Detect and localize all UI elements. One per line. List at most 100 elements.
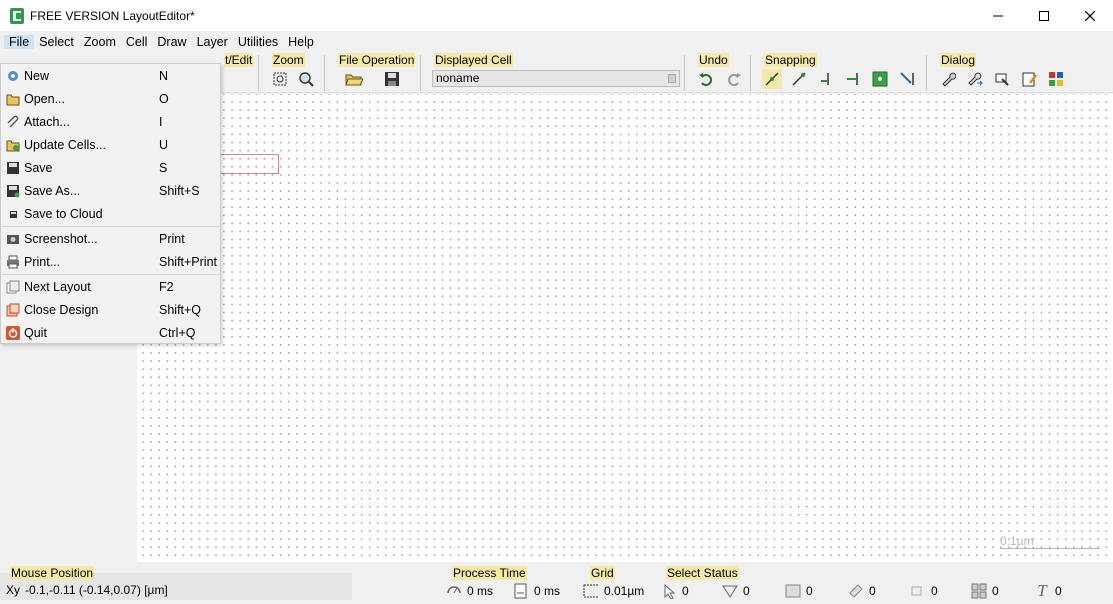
menu-item-shortcut: Print [159, 231, 185, 246]
menu-item-label: Save [24, 160, 53, 175]
xy-symbol: Xy [6, 583, 21, 597]
select-count-value: 0 [682, 584, 689, 598]
update-folder-icon [6, 138, 20, 152]
select-count-value: 0 [1055, 584, 1062, 598]
settings-transfer-icon[interactable] [965, 69, 985, 89]
undo-label: Undo [698, 53, 729, 67]
menu-item-print[interactable]: Print... Shift+Print [1, 250, 220, 273]
menu-item-save-as[interactable]: Save As... Shift+S [1, 179, 220, 202]
auto-process-icon[interactable] [446, 583, 462, 599]
minimize-button[interactable] [975, 0, 1021, 31]
menu-item-update-cells[interactable]: Update Cells... U [1, 133, 220, 156]
menu-item-label: Save to Cloud [24, 206, 103, 221]
grid-value: 0.01µm [604, 584, 645, 598]
select-pointer-icon [661, 583, 677, 599]
select-count-text: T 0 [1034, 581, 1062, 600]
zoom-group: Zoom [262, 53, 322, 93]
menu-item-close-design[interactable]: Close Design Shift+Q [1, 298, 220, 321]
menu-item-attach[interactable]: Attach... I [1, 110, 220, 133]
save-disk-icon [6, 161, 20, 175]
snap-free-icon[interactable] [762, 69, 782, 89]
maximize-button[interactable] [1021, 0, 1067, 31]
menu-item-shortcut: I [159, 114, 163, 129]
process-time-value-2: 0 ms [534, 584, 561, 598]
dialog-group: Dialog [930, 53, 1080, 93]
menu-item-label: Print... [24, 254, 61, 269]
snap-vertical-icon[interactable] [816, 69, 836, 89]
mouse-position-readout: Xy -0.1,-0.11 (-0.14,0.07) [µm] [6, 583, 168, 597]
next-layout-icon [6, 280, 20, 294]
status-bar: Mouse Position Xy -0.1,-0.11 (-0.14,0.07… [0, 562, 1113, 604]
auto-grid-icon[interactable] [583, 583, 599, 599]
menu-item-shortcut: Ctrl+Q [159, 325, 196, 340]
scale-bar-label: 0.1µm [1000, 534, 1100, 549]
cell-outline-shape[interactable] [219, 154, 279, 174]
menu-item-shortcut: S [159, 160, 168, 175]
menu-item-label: New [24, 68, 50, 83]
toolbar-separator [420, 55, 421, 91]
snap-horizontal-icon[interactable] [843, 69, 863, 89]
toolbar-separator [324, 55, 325, 91]
toolbar-separator [258, 55, 259, 91]
menu-item-next-layout[interactable]: Next Layout F2 [1, 275, 220, 298]
select-count-arrays: 0 [971, 583, 999, 599]
snap-diagonal-icon[interactable] [789, 69, 809, 89]
menu-item-open[interactable]: Open... O [1, 87, 220, 110]
window-title: FREE VERSION LayoutEditor* [30, 8, 195, 23]
menu-help[interactable]: Help [283, 35, 319, 49]
snap-grid-icon[interactable] [870, 69, 890, 89]
title-bar: FREE VERSION LayoutEditor* [0, 0, 1113, 31]
menu-item-screenshot[interactable]: Screenshot... Print [1, 227, 220, 250]
menu-item-quit[interactable]: Quit Ctrl+Q [1, 321, 220, 344]
menu-item-label: Save As... [24, 183, 81, 198]
select-count-value: 0 [931, 584, 938, 598]
menu-item-shortcut: N [159, 68, 169, 83]
notes-edit-icon[interactable] [1019, 69, 1039, 89]
menu-item-label: Quit [24, 325, 47, 340]
dropdown-arrow-icon[interactable] [668, 74, 676, 83]
file-operation-group: File Operation [328, 53, 418, 93]
menu-zoom[interactable]: Zoom [79, 35, 121, 49]
close-button[interactable] [1067, 0, 1113, 31]
maximize-icon [1039, 10, 1049, 21]
layer-properties-icon[interactable] [992, 69, 1012, 89]
redo-icon[interactable] [724, 69, 744, 89]
menu-item-shortcut: F2 [159, 279, 174, 294]
document-time-icon [513, 583, 529, 599]
menu-item-new[interactable]: New N [1, 64, 220, 87]
undo-icon[interactable] [696, 69, 716, 89]
menu-utilities[interactable]: Utilities [233, 35, 283, 49]
menu-bar: File Select Zoom Cell Draw Layer Utiliti… [0, 31, 1113, 53]
layout-canvas[interactable] [137, 94, 1113, 562]
menu-item-label: Next Layout [24, 279, 91, 294]
dialog-label: Dialog [940, 53, 977, 67]
colored-layers-icon[interactable] [1046, 69, 1066, 89]
process-time-readout-2: 0 ms [513, 583, 560, 599]
settings-wrench-icon[interactable] [938, 69, 958, 89]
zoom-magnifier-icon[interactable] [296, 69, 316, 89]
snap-edge-icon[interactable] [897, 69, 917, 89]
layouteditor-app-icon[interactable] [10, 7, 24, 24]
menu-item-label: Close Design [24, 302, 99, 317]
open-folder-icon[interactable] [344, 69, 364, 89]
menu-item-save[interactable]: Save S [1, 156, 220, 179]
zoom-group-label: Zoom [272, 53, 305, 67]
menu-layer[interactable]: Layer [192, 35, 233, 49]
menu-cell[interactable]: Cell [121, 35, 153, 49]
window-controls [975, 0, 1113, 31]
menu-item-save-to-cloud[interactable]: Save to Cloud [1, 202, 220, 225]
menu-select[interactable]: Select [34, 35, 79, 49]
menu-item-shortcut: Shift+Q [159, 302, 202, 317]
menu-item-label: Attach... [24, 114, 70, 129]
zoom-fit-icon[interactable] [270, 69, 290, 89]
menu-file[interactable]: File [4, 35, 35, 49]
save-disk-icon[interactable] [382, 69, 402, 89]
camera-icon [6, 232, 20, 246]
snapping-group: Snapping [754, 53, 924, 93]
select-count-boxes: 0 [785, 583, 813, 599]
power-icon [6, 325, 20, 340]
select-count-value: 0 [743, 584, 750, 598]
displayed-cell-select[interactable]: noname [432, 70, 680, 87]
process-time-value-1: 0 ms [467, 584, 494, 598]
menu-draw[interactable]: Draw [152, 35, 191, 49]
